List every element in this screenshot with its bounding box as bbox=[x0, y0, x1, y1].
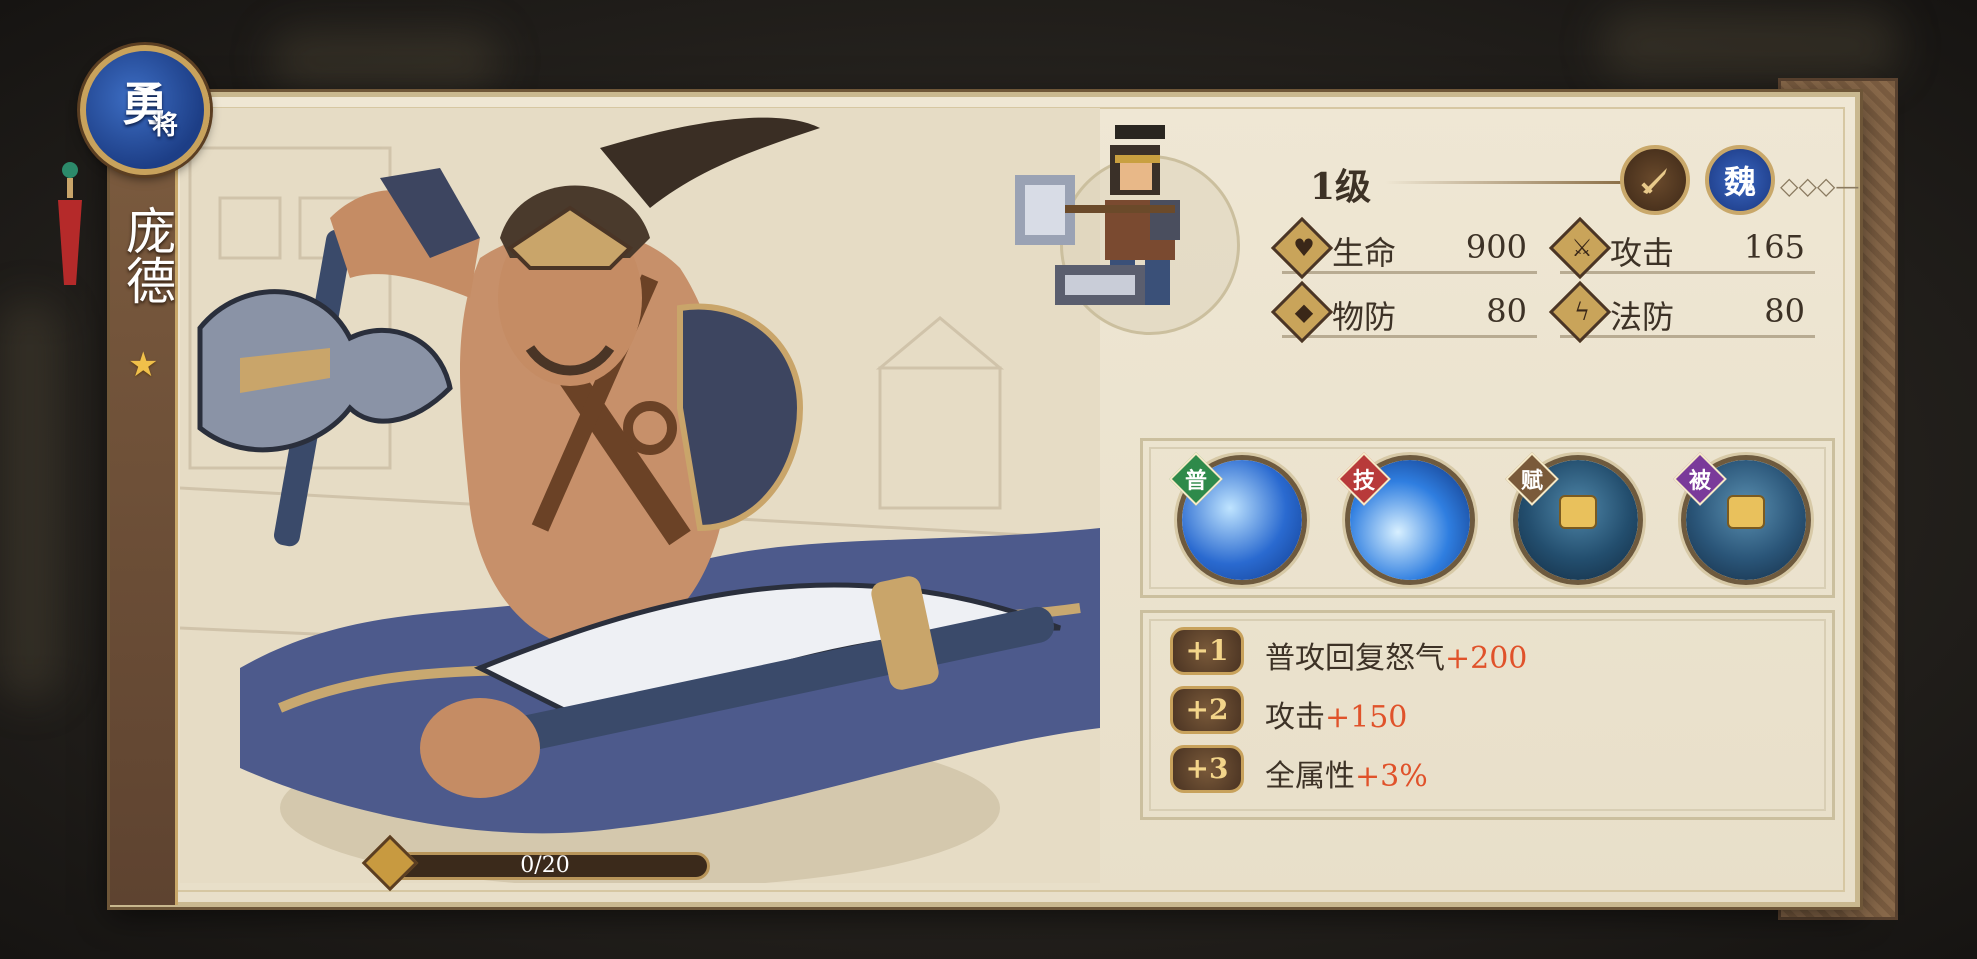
stat-value: 165 bbox=[1743, 228, 1805, 266]
stat-hp: ♥ 生命 900 bbox=[1270, 216, 1537, 280]
lock-icon bbox=[1727, 495, 1765, 529]
bonus-label: 攻击 bbox=[1265, 700, 1325, 735]
background-shape bbox=[1600, 10, 1900, 80]
bonus-value: +200 bbox=[1445, 641, 1528, 676]
hero-portrait bbox=[180, 108, 1100, 883]
stat-magic-defense: ϟ 法防 80 bbox=[1548, 280, 1815, 344]
bonus-label: 全属性 bbox=[1265, 759, 1355, 794]
shield-glyph: ◆ bbox=[1294, 298, 1314, 326]
stat-physical-defense: ◆ 物防 80 bbox=[1270, 280, 1537, 344]
skill-tag-label: 赋 bbox=[1520, 467, 1544, 494]
bonus-badge: +2 bbox=[1170, 686, 1244, 734]
bonus-badge: +1 bbox=[1170, 627, 1244, 675]
bonus-badge: +3 bbox=[1170, 745, 1244, 793]
sword-icon[interactable] bbox=[1620, 145, 1690, 215]
background-shape bbox=[0, 300, 60, 700]
exp-progress-bar: 0/20 bbox=[380, 852, 710, 880]
bonus-text: 全属性+3% bbox=[1265, 751, 1428, 795]
bonus-value: +150 bbox=[1325, 700, 1408, 735]
stat-value: 900 bbox=[1465, 228, 1527, 266]
decor-diamond-chain: ◇◇◇— bbox=[1780, 172, 1860, 200]
hero-name: 庞德 bbox=[118, 205, 176, 305]
stat-label: 法防 bbox=[1610, 298, 1675, 336]
hero-pixel-sprite bbox=[1015, 125, 1180, 305]
sword-glyph: ⚔ bbox=[1571, 234, 1593, 262]
stat-value: 80 bbox=[1486, 292, 1527, 330]
tassel-icon bbox=[58, 162, 82, 285]
faction-label: 魏 bbox=[1723, 163, 1756, 201]
sword-glyph bbox=[1641, 168, 1667, 194]
background-shape bbox=[270, 30, 500, 90]
hero-level: 1级 bbox=[1310, 166, 1372, 208]
skill-tag-label: 普 bbox=[1184, 467, 1208, 494]
lightning-glyph: ϟ bbox=[1574, 298, 1590, 326]
exp-progress-text: 0/20 bbox=[520, 853, 570, 878]
rank-badge-sub: 将 bbox=[151, 111, 178, 141]
bonus-text: 普攻回复怒气+200 bbox=[1265, 633, 1527, 677]
skill-tag-label: 技 bbox=[1352, 467, 1376, 494]
bonus-label: 普攻回复怒气 bbox=[1265, 641, 1445, 676]
stat-label: 物防 bbox=[1332, 298, 1397, 336]
bonus-value: +3% bbox=[1355, 759, 1428, 794]
star-icon: ★ bbox=[128, 345, 159, 385]
bonus-text: 攻击+150 bbox=[1265, 692, 1407, 736]
stat-value: 80 bbox=[1764, 292, 1805, 330]
lock-icon bbox=[1559, 495, 1597, 529]
level-divider bbox=[1385, 181, 1625, 184]
stat-attack: ⚔ 攻击 165 bbox=[1548, 216, 1815, 280]
hero-illustration bbox=[180, 117, 1100, 883]
stat-label: 生命 bbox=[1332, 234, 1397, 272]
heart-glyph: ♥ bbox=[1293, 234, 1315, 262]
stat-label: 攻击 bbox=[1610, 234, 1675, 272]
faction-badge[interactable]: 魏 bbox=[1705, 145, 1775, 215]
rank-badge: 勇 将 bbox=[80, 45, 210, 175]
skill-tag-label: 被 bbox=[1688, 467, 1712, 494]
